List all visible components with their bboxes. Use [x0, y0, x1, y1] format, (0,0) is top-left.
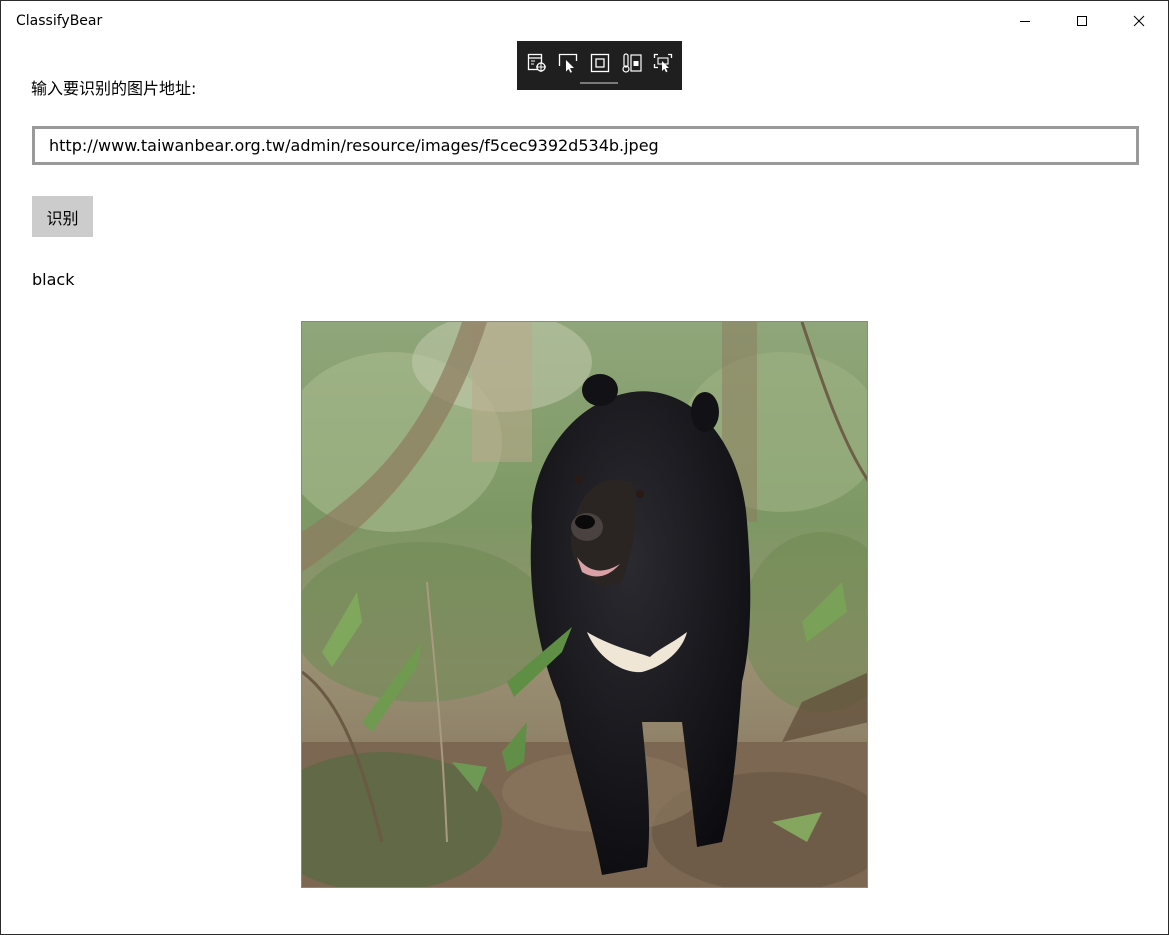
minimize-button[interactable]	[997, 1, 1053, 41]
app-window: ClassifyBear 输入要识别的图片地址: http://www.taiw…	[0, 0, 1169, 935]
minimize-icon	[1020, 21, 1030, 22]
maximize-icon	[1077, 16, 1087, 26]
image-url-input[interactable]	[32, 126, 1139, 165]
preview-selection-icon	[653, 53, 673, 73]
close-button[interactable]	[1111, 1, 1167, 41]
title-bar[interactable]: ClassifyBear	[1, 1, 1168, 41]
live-visual-tree-icon	[527, 53, 546, 72]
app-title: ClassifyBear	[16, 13, 103, 29]
live-visual-tree-button[interactable]	[525, 51, 549, 75]
bear-image	[301, 321, 868, 888]
close-icon	[1133, 15, 1145, 27]
identify-button[interactable]: 识别	[32, 196, 93, 237]
track-focus-button[interactable]	[620, 51, 644, 75]
preview-selection-button[interactable]	[651, 51, 675, 75]
select-element-button[interactable]	[556, 51, 580, 75]
bear-photo-illustration	[302, 322, 867, 887]
track-focus-icon	[622, 53, 642, 73]
display-adorners-icon	[590, 53, 610, 73]
select-element-icon	[558, 53, 578, 73]
classification-result: black	[32, 270, 75, 289]
display-adorners-button[interactable]	[588, 51, 612, 75]
toolbar-grip[interactable]	[580, 82, 618, 84]
debug-toolbar	[517, 41, 682, 90]
maximize-button[interactable]	[1054, 1, 1110, 41]
url-prompt-label: 输入要识别的图片地址:	[31, 79, 197, 98]
